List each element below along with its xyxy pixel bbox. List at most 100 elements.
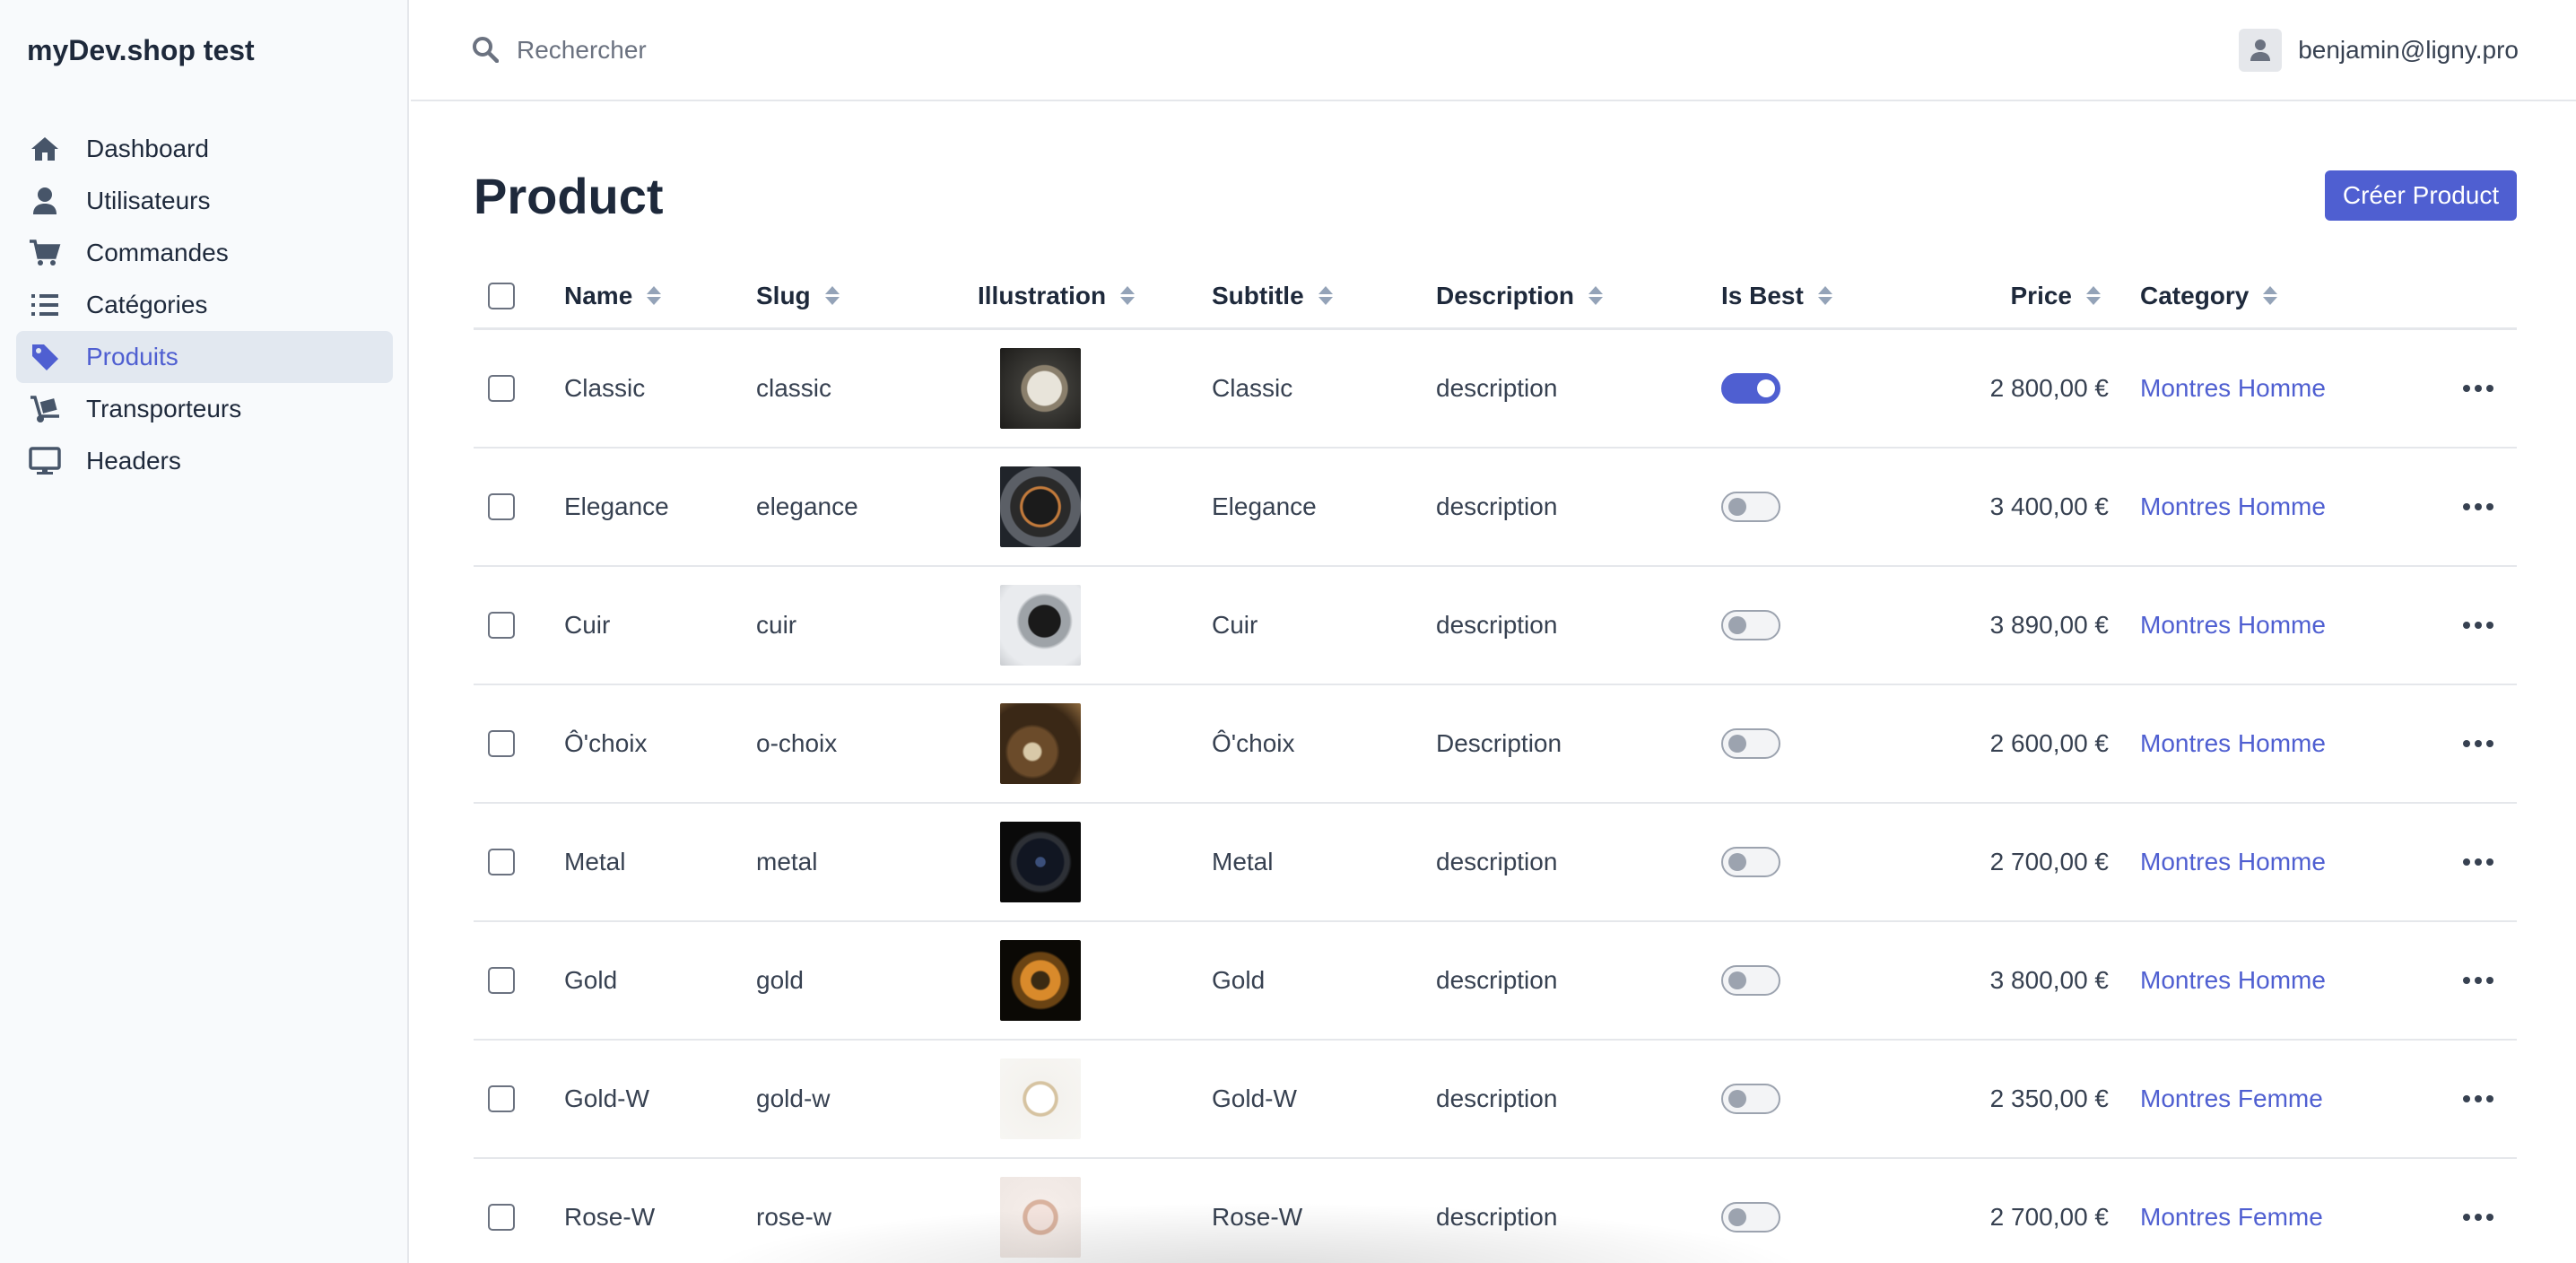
category-link[interactable]: Montres Homme: [2140, 492, 2326, 521]
column-header-illustration[interactable]: Illustration: [978, 264, 1136, 327]
row-checkbox[interactable]: [488, 967, 515, 994]
cell-description: description: [1436, 374, 1558, 402]
cell-name: Classic: [564, 374, 646, 402]
row-actions-icon[interactable]: [2456, 1088, 2501, 1110]
topbar: benjamin@ligny.pro: [411, 0, 2576, 101]
column-header-price[interactable]: Price: [2011, 264, 2101, 327]
sort-icon[interactable]: [1120, 286, 1136, 305]
sidebar-item-label: Headers: [86, 447, 181, 475]
product-thumbnail: [1000, 703, 1081, 784]
sidebar-item-label: Catégories: [86, 291, 208, 318]
sort-icon[interactable]: [1318, 286, 1333, 305]
cell-price: 3 800,00 €: [1989, 966, 2109, 994]
is-best-toggle[interactable]: [1721, 610, 1780, 640]
cell-subtitle: Rose-W: [1212, 1203, 1303, 1231]
product-table: Name Slug Illustration Subtitle Descript…: [474, 264, 2517, 1263]
sidebar-item-produits[interactable]: Produits: [16, 331, 393, 383]
sidebar-item-categories[interactable]: Catégories: [16, 279, 393, 331]
create-product-button[interactable]: Créer Product: [2325, 170, 2517, 221]
row-checkbox[interactable]: [488, 1204, 515, 1231]
cell-slug: metal: [756, 848, 818, 875]
sort-icon[interactable]: [2263, 286, 2278, 305]
row-actions-icon[interactable]: [2456, 851, 2501, 873]
category-link[interactable]: Montres Femme: [2140, 1203, 2323, 1232]
search-input[interactable]: [517, 27, 1144, 74]
cell-subtitle: Classic: [1212, 374, 1293, 402]
row-checkbox[interactable]: [488, 1085, 515, 1112]
cell-subtitle: Gold: [1212, 966, 1266, 994]
sidebar: myDev.shop test Dashboard Utilisateurs C…: [0, 0, 409, 1263]
table-body: Classic classic Classic description 2 800,00…: [474, 330, 2517, 1263]
product-thumbnail: [1000, 822, 1081, 902]
cart-icon: [27, 235, 63, 271]
sidebar-item-label: Transporteurs: [86, 395, 242, 422]
table-row: Classic classic Classic description 2 800,00…: [474, 330, 2517, 449]
is-best-toggle[interactable]: [1721, 492, 1780, 522]
cell-description: description: [1436, 492, 1558, 520]
cell-slug: o-choix: [756, 729, 838, 757]
column-header-is-best[interactable]: Is Best: [1721, 264, 1832, 327]
is-best-toggle[interactable]: [1721, 373, 1780, 404]
row-checkbox[interactable]: [488, 612, 515, 639]
column-header-description[interactable]: Description: [1436, 264, 1604, 327]
cell-subtitle: Cuir: [1212, 611, 1258, 639]
brand-title[interactable]: myDev.shop test: [27, 34, 255, 67]
category-link[interactable]: Montres Homme: [2140, 966, 2326, 995]
row-actions-icon[interactable]: [2456, 970, 2501, 991]
category-link[interactable]: Montres Homme: [2140, 611, 2326, 640]
row-checkbox[interactable]: [488, 730, 515, 757]
is-best-toggle[interactable]: [1721, 728, 1780, 759]
row-actions-icon[interactable]: [2456, 614, 2501, 636]
row-actions-icon[interactable]: [2456, 496, 2501, 518]
cell-name: Ô'choix: [564, 729, 648, 757]
cell-name: Elegance: [564, 492, 669, 520]
sidebar-item-commandes[interactable]: Commandes: [16, 227, 393, 279]
sort-icon[interactable]: [1817, 286, 1832, 305]
cell-description: description: [1436, 611, 1558, 639]
cell-price: 3 890,00 €: [1989, 611, 2109, 639]
cell-name: Rose-W: [564, 1203, 656, 1231]
row-actions-icon[interactable]: [2456, 1206, 2501, 1228]
row-checkbox[interactable]: [488, 493, 515, 520]
sidebar-item-label: Dashboard: [86, 135, 209, 162]
user-menu[interactable]: benjamin@ligny.pro: [2239, 29, 2519, 72]
cell-subtitle: Ô'choix: [1212, 729, 1295, 757]
is-best-toggle[interactable]: [1721, 965, 1780, 996]
row-actions-icon[interactable]: [2456, 733, 2501, 754]
sort-icon[interactable]: [647, 286, 662, 305]
is-best-toggle[interactable]: [1721, 847, 1780, 877]
cell-price: 2 700,00 €: [1989, 848, 2109, 875]
sidebar-item-headers[interactable]: Headers: [16, 435, 393, 487]
user-email: benjamin@ligny.pro: [2298, 36, 2519, 64]
column-header-category[interactable]: Category: [2140, 264, 2278, 327]
sort-icon[interactable]: [1588, 286, 1604, 305]
table-row: Rose-W rose-w Rose-W description 2 700,00 € M…: [474, 1159, 2517, 1263]
cell-name: Gold-W: [564, 1084, 649, 1112]
is-best-toggle[interactable]: [1721, 1084, 1780, 1114]
sort-icon[interactable]: [2086, 286, 2101, 305]
sidebar-item-transporteurs[interactable]: Transporteurs: [16, 383, 393, 435]
column-header-slug[interactable]: Slug: [756, 264, 840, 327]
cell-slug: rose-w: [756, 1203, 832, 1231]
cell-description: description: [1436, 1203, 1558, 1231]
sidebar-item-dashboard[interactable]: Dashboard: [16, 123, 393, 175]
sidebar-nav: Dashboard Utilisateurs Commandes Catégor…: [16, 123, 393, 487]
product-thumbnail: [1000, 1177, 1081, 1258]
product-thumbnail: [1000, 1058, 1081, 1139]
select-all-checkbox[interactable]: [488, 282, 515, 309]
category-link[interactable]: Montres Homme: [2140, 848, 2326, 876]
category-link[interactable]: Montres Homme: [2140, 729, 2326, 758]
row-checkbox[interactable]: [488, 849, 515, 875]
cell-description: description: [1436, 848, 1558, 875]
category-link[interactable]: Montres Homme: [2140, 374, 2326, 403]
sidebar-item-utilisateurs[interactable]: Utilisateurs: [16, 175, 393, 227]
column-header-name[interactable]: Name: [564, 264, 662, 327]
sort-icon[interactable]: [824, 286, 840, 305]
cell-name: Cuir: [564, 611, 611, 639]
is-best-toggle[interactable]: [1721, 1202, 1780, 1233]
row-actions-icon[interactable]: [2456, 378, 2501, 399]
cell-subtitle: Metal: [1212, 848, 1274, 875]
category-link[interactable]: Montres Femme: [2140, 1084, 2323, 1113]
column-header-subtitle[interactable]: Subtitle: [1212, 264, 1333, 327]
row-checkbox[interactable]: [488, 375, 515, 402]
